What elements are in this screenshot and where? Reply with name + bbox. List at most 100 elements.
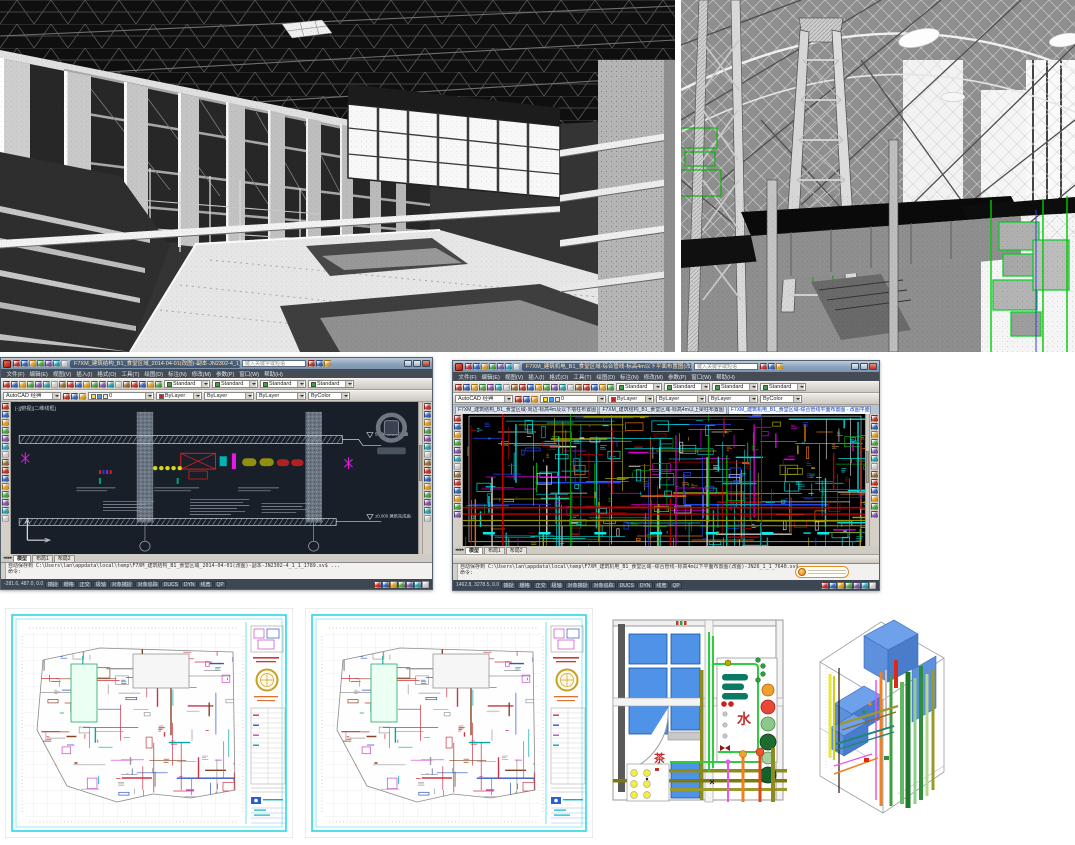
toolbar-icon[interactable] [2, 403, 9, 410]
text-style-dropdown[interactable]: Standard [164, 380, 210, 388]
plotstyle-dropdown[interactable]: ByColor [760, 395, 802, 403]
toolbar-icon[interactable] [497, 363, 504, 370]
toolbar-icon[interactable] [567, 384, 574, 391]
status-toggle-6[interactable]: DUCS [617, 582, 636, 589]
toolbar-icon[interactable] [2, 515, 9, 522]
toolbar-icon[interactable] [2, 491, 9, 498]
toolbar-icon[interactable] [3, 381, 10, 388]
toolbar-icon[interactable] [454, 471, 461, 478]
toolbar-icon[interactable] [821, 582, 828, 589]
toolbar-icon[interactable] [531, 396, 538, 403]
toolbar-icon[interactable] [63, 393, 70, 400]
toolbar-icon[interactable] [837, 582, 844, 589]
toolbar-icon[interactable] [503, 384, 510, 391]
color-dropdown[interactable]: ByLayer [156, 392, 202, 400]
toolbar-icon[interactable] [45, 360, 52, 367]
toolbar-icon[interactable] [424, 451, 431, 458]
toolbar-icon[interactable] [515, 396, 522, 403]
table-style-dropdown[interactable]: Standard [712, 383, 758, 391]
table-style-dropdown[interactable]: Standard [260, 380, 306, 388]
toolbar-icon[interactable] [422, 581, 429, 588]
toolbar-icon[interactable] [424, 435, 431, 442]
menu-item-3[interactable]: 插入(I) [74, 370, 95, 378]
layer-tool-icons[interactable] [515, 396, 538, 403]
toolbar-icon[interactable] [139, 381, 146, 388]
toolbar-icon[interactable] [591, 384, 598, 391]
toolbar-icon[interactable] [535, 384, 542, 391]
window-controls[interactable] [404, 360, 430, 367]
chevron-down-icon[interactable] [297, 393, 304, 399]
toolbar-icon[interactable] [489, 363, 496, 370]
toolbar-icon[interactable] [871, 463, 878, 470]
lineweight-dropdown[interactable]: ByLayer [256, 392, 306, 400]
toolbar-icon[interactable] [2, 443, 9, 450]
toolbar-icon[interactable] [523, 396, 530, 403]
chevron-down-icon[interactable] [749, 384, 756, 390]
status-tray-icons[interactable] [821, 582, 876, 589]
standard-toolbar-icons[interactable] [3, 381, 162, 388]
vertical-scrollbar[interactable] [418, 402, 422, 554]
menu-item-10[interactable]: 窗口(W) [689, 373, 714, 381]
toolbar-icon[interactable] [454, 415, 461, 422]
search-input[interactable]: 键入关键字或短语 [242, 360, 306, 367]
menu-item-2[interactable]: 视图(V) [50, 370, 73, 378]
model-viewport-left[interactable]: [-][俯视][二维线框] 5.700 建筑完成面 ±0.000 建筑完成面 [11, 402, 418, 554]
draw-toolbar[interactable] [453, 414, 463, 546]
status-toggle-3[interactable]: 极轴 [549, 582, 564, 589]
toolbar-icon[interactable] [454, 511, 461, 518]
toolbar-icon[interactable] [398, 581, 405, 588]
layer-tool-icons[interactable] [63, 393, 86, 400]
infocenter-icons[interactable] [760, 363, 783, 370]
toolbar-icon[interactable] [871, 439, 878, 446]
close-button[interactable] [869, 363, 877, 370]
toolbar-icon[interactable] [2, 507, 9, 514]
toolbar-icon[interactable] [760, 363, 767, 370]
toolbar-icon[interactable] [43, 381, 50, 388]
toolbar-icon[interactable] [473, 363, 480, 370]
command-line-panel[interactable]: 自动保存到 C:\Users\lan\appdata\local\temp\F7… [1, 562, 432, 579]
status-toggle-0[interactable]: 捕捉 [45, 581, 60, 588]
toolbar-icon[interactable] [2, 483, 9, 490]
toolbar-icon[interactable] [871, 431, 878, 438]
toolbar-icon[interactable] [768, 363, 775, 370]
toolbar-icon[interactable] [37, 360, 44, 367]
model-viewport-right[interactable] [463, 414, 865, 546]
autocad-app-icon[interactable] [455, 363, 463, 371]
menu-bar[interactable]: 文件(F)编辑(E)视图(V)插入(I)格式(O)工具(T)绘图(D)标注(N)… [453, 372, 879, 381]
mleader-style-dropdown[interactable]: Standard [308, 380, 354, 388]
toolbar-icon[interactable] [871, 503, 878, 510]
toolbar-icon[interactable] [454, 423, 461, 430]
toolbar-layers[interactable]: AutoCAD 经典 0 ByLayer ByLayer ByLayer ByC… [1, 390, 432, 402]
drawing-tab-3-active[interactable]: F7XM_建筑机电_B1_食堂区域-综合管线平面布置图 - 改图平面 [728, 406, 871, 414]
status-toggle-8[interactable]: 线宽 [198, 581, 213, 588]
toolbar-icon[interactable] [454, 495, 461, 502]
status-toggle-2[interactable]: 正交 [533, 582, 548, 589]
menu-item-6[interactable]: 绘图(D) [594, 373, 618, 381]
toolbar-icon[interactable] [374, 581, 381, 588]
workspace-dropdown[interactable]: AutoCAD 经典 [455, 395, 513, 403]
drawing-tab-1[interactable]: F7XM_建筑结构_B1_食堂区域-周边-标高4m及以下墙柱布置图 [455, 406, 598, 414]
toolbar-icon[interactable] [424, 443, 431, 450]
toolbar-icon[interactable] [19, 381, 26, 388]
chevron-down-icon[interactable] [341, 393, 348, 399]
toolbar-icon[interactable] [79, 393, 86, 400]
scrollbar-thumb[interactable] [419, 445, 422, 481]
menu-item-4[interactable]: 格式(O) [547, 373, 571, 381]
toolbar-icon[interactable] [424, 491, 431, 498]
search-input[interactable]: 键入关键字或短语 [694, 363, 758, 370]
status-toggle-7[interactable]: DYN [181, 581, 197, 588]
toolbar-icon[interactable] [871, 447, 878, 454]
menu-item-2[interactable]: 视图(V) [502, 373, 525, 381]
color-dropdown[interactable]: ByLayer [608, 395, 654, 403]
chevron-down-icon[interactable] [145, 393, 152, 399]
toolbar-icon[interactable] [454, 503, 461, 510]
toolbar-icon[interactable] [455, 384, 462, 391]
menu-item-7[interactable]: 标注(N) [166, 370, 190, 378]
toolbar-icon[interactable] [505, 363, 512, 370]
menu-item-1[interactable]: 编辑(E) [27, 370, 50, 378]
minimize-button[interactable] [851, 363, 859, 370]
close-button[interactable] [422, 360, 430, 367]
toolbar-icon[interactable] [463, 384, 470, 391]
maximize-button[interactable] [860, 363, 868, 370]
status-toggle-7[interactable]: DYN [637, 582, 653, 589]
